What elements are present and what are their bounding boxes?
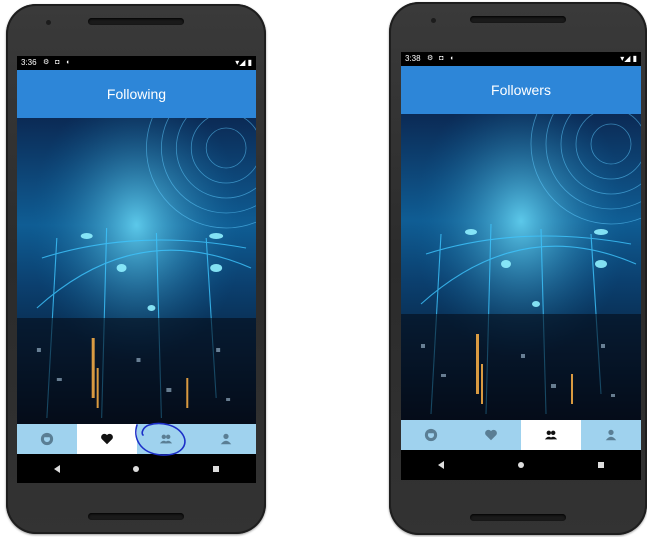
person-icon xyxy=(605,429,617,441)
speaker-bottom xyxy=(470,514,566,521)
tab-github[interactable] xyxy=(17,424,77,454)
tab-followers[interactable] xyxy=(521,420,581,450)
tab-favorites[interactable] xyxy=(76,424,137,454)
heart-icon xyxy=(100,433,113,445)
recents-icon[interactable] xyxy=(596,460,606,470)
github-icon xyxy=(424,428,438,442)
status-bar: 3:36 ⚙ ◘ ◖ ▾◢ ▮ xyxy=(17,56,256,70)
home-icon[interactable] xyxy=(131,464,141,474)
back-icon[interactable] xyxy=(52,464,62,474)
status-signal-battery-icons: ▾◢ ▮ xyxy=(620,54,637,63)
tab-github[interactable] xyxy=(401,420,461,450)
person-icon xyxy=(220,433,232,445)
city-network-background-image xyxy=(401,114,641,420)
phone-right: 3:38 ⚙ ◘ ◖ ▾◢ ▮ Followers xyxy=(389,2,647,535)
back-icon[interactable] xyxy=(436,460,446,470)
screen-right: 3:38 ⚙ ◘ ◖ ▾◢ ▮ Followers xyxy=(401,52,641,480)
heart-icon xyxy=(485,429,497,441)
tab-profile[interactable] xyxy=(196,424,256,454)
status-time: 3:38 xyxy=(405,54,421,63)
tab-profile[interactable] xyxy=(581,420,641,450)
tab-favorites[interactable] xyxy=(461,420,521,450)
app-bar: Following xyxy=(17,70,256,118)
bottom-tab-bar xyxy=(401,420,641,450)
app-bar: Followers xyxy=(401,66,641,114)
speaker-bottom xyxy=(88,513,184,520)
status-signal-battery-icons: ▾◢ ▮ xyxy=(235,58,252,67)
hand-drawn-circle-annotation xyxy=(135,422,186,456)
speaker-top xyxy=(88,18,184,25)
recents-icon[interactable] xyxy=(211,464,221,474)
github-icon xyxy=(40,432,53,446)
camera xyxy=(46,20,51,25)
status-bar: 3:38 ⚙ ◘ ◖ ▾◢ ▮ xyxy=(401,52,641,66)
city-network-background-image xyxy=(17,118,256,424)
status-notification-icons: ⚙ ◘ ◖ xyxy=(427,55,456,62)
page-title: Following xyxy=(106,86,167,102)
speaker-top xyxy=(470,16,566,23)
status-time: 3:36 xyxy=(21,58,37,67)
home-icon[interactable] xyxy=(516,460,526,470)
page-title: Followers xyxy=(491,82,551,98)
system-navigation-bar xyxy=(401,450,641,479)
status-notification-icons: ⚙ ◘ ◖ xyxy=(43,59,72,66)
camera xyxy=(431,18,436,23)
people-icon xyxy=(544,430,558,440)
